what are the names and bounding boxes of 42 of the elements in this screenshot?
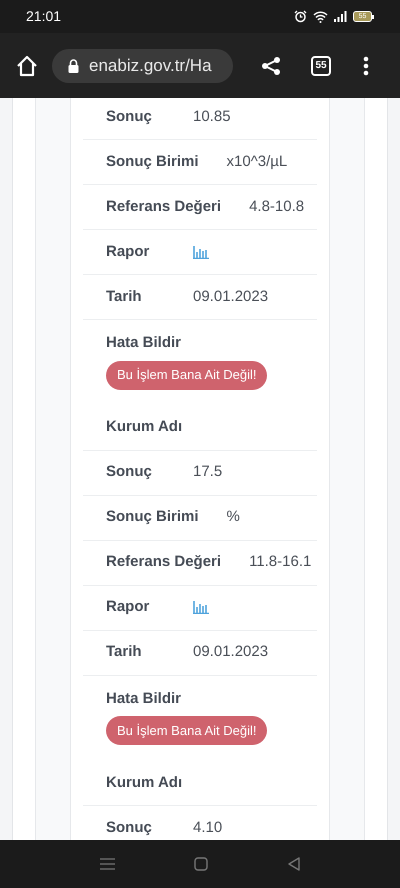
field-label: Hata Bildir (106, 333, 182, 353)
home-button-icon[interactable] (194, 857, 208, 871)
field-label: Sonuç (106, 818, 153, 838)
field-value: x10^3/µL (226, 152, 288, 172)
tab-count-button[interactable]: 55 (311, 56, 331, 76)
wifi-icon (313, 10, 328, 22)
share-icon[interactable] (261, 56, 281, 76)
url-text: enabiz.gov.tr/Ha (89, 54, 212, 77)
field-label: Rapor (106, 597, 150, 618)
lock-icon (68, 58, 79, 72)
field-label: Tarih (106, 286, 143, 307)
alarm-icon (294, 10, 307, 23)
field-value: % (226, 507, 240, 528)
field-value: 17.5 (193, 462, 222, 482)
menu-icon[interactable] (363, 56, 369, 76)
clock: 21:01 (26, 7, 62, 26)
back-icon[interactable] (286, 857, 300, 871)
field-label: Sonuç (106, 106, 153, 127)
signal-icon (334, 11, 347, 22)
field-label: Sonuç (106, 462, 153, 482)
report-error-button[interactable]: Bu İşlem Bana Ait Değil! (106, 360, 268, 390)
field-label: Sonuç Birimi (106, 152, 199, 172)
address-bar[interactable]: enabiz.gov.tr/Ha (52, 48, 233, 82)
report-error-button[interactable]: Bu İşlem Bana Ait Değil! (106, 716, 268, 745)
field-label: Referans Değeri (106, 552, 222, 572)
field-value: 09.01.2023 (193, 642, 268, 662)
field-label: Kurum Adı (106, 417, 182, 438)
home-icon[interactable] (16, 54, 38, 76)
field-label: Referans Değeri (106, 196, 222, 217)
field-value: 4.10 (193, 818, 222, 838)
field-value: 09.01.2023 (193, 286, 268, 307)
field-label: Rapor (106, 242, 150, 262)
recent-apps-icon[interactable] (100, 858, 114, 870)
bar-chart-icon[interactable] (193, 601, 209, 614)
field-label: Kurum Adı (106, 772, 182, 793)
field-value: 11.8-16.1 (249, 552, 312, 572)
field-value: 4.8-10.8 (249, 196, 304, 217)
field-label: Hata Bildir (106, 688, 182, 708)
field-label: Tarih (106, 642, 143, 662)
field-label: Sonuç Birimi (106, 507, 199, 528)
field-value: 10.85 (193, 106, 231, 127)
bar-chart-icon[interactable] (193, 246, 209, 258)
